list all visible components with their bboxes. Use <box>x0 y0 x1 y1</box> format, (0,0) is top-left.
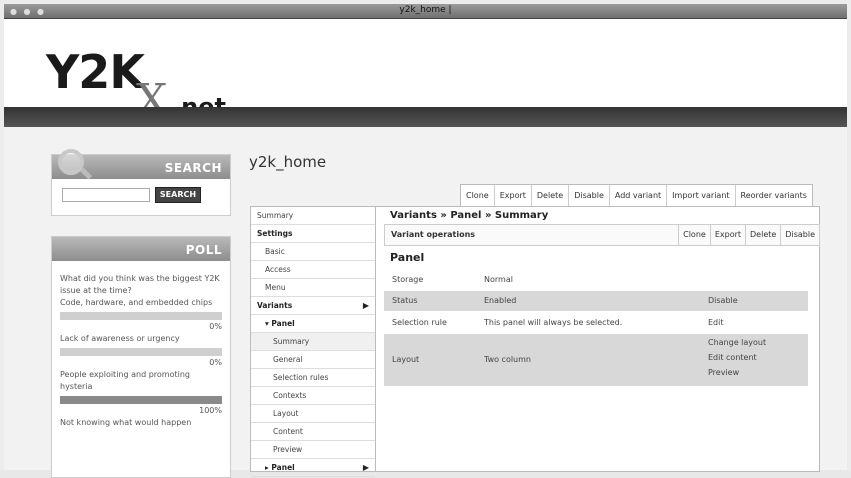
variant-operations-bar: Variant operations Clone Export Delete Disa… <box>384 224 820 246</box>
tab-import-variant[interactable]: Import variant <box>667 185 736 207</box>
nav-item[interactable]: Contexts <box>251 387 375 405</box>
poll-option-label: Code, hardware, and embedded chips <box>60 298 213 307</box>
nav-item[interactable]: Selection rules <box>251 369 375 387</box>
row-action-link[interactable]: Preview <box>708 368 739 377</box>
tab-export[interactable]: Export <box>495 185 532 207</box>
variant-operations-label: Variant operations <box>391 230 476 239</box>
row-value: Enabled <box>484 296 517 305</box>
nav-item-label: Basic <box>265 247 285 256</box>
panel-nav: Summary Settings Basic Access Menu Variants ▶ ▾… <box>251 207 376 477</box>
nav-item-label: General <box>273 355 303 364</box>
row-value: This panel will always be selected. <box>484 318 623 327</box>
page-content: SEARCH SEARCH POLL What did you think wa… <box>4 127 847 478</box>
summary-row: Storage Normal <box>384 270 808 290</box>
nav-item-label: Summary <box>273 337 310 346</box>
row-key: Layout <box>392 355 420 364</box>
search-title: SEARCH <box>164 161 222 175</box>
header-bar <box>4 107 847 127</box>
row-key: Selection rule <box>392 318 447 327</box>
row-action-link[interactable]: Edit <box>708 318 724 327</box>
panel-editor: Summary Settings Basic Access Menu Variants ▶ ▾… <box>250 206 820 477</box>
nav-item[interactable]: Layout <box>251 405 375 423</box>
magnifier-icon <box>58 149 84 175</box>
nav-item[interactable]: Variants ▶ <box>251 297 375 315</box>
poll-question: What did you think was the biggest Y2K i… <box>60 274 220 295</box>
nav-item-label: Contexts <box>273 391 307 400</box>
row-action-link[interactable]: Edit content <box>708 353 757 362</box>
nav-item[interactable]: Access <box>251 261 375 279</box>
nav-item-label: ▸ Panel <box>265 463 295 472</box>
logo-y2k-text: Y2K <box>46 45 145 99</box>
poll-result-percent: 0% <box>209 322 222 331</box>
nav-item-label: Menu <box>265 283 286 292</box>
summary-row: Selection rule This panel will always be … <box>384 313 808 333</box>
window-titlebar: ● ● ● y2k_home | <box>4 4 847 19</box>
expand-arrow-icon: ▶ <box>362 301 369 310</box>
op-clone-button[interactable]: Clone <box>678 225 710 245</box>
poll-result-fill <box>60 396 222 404</box>
variant-operations-buttons: Clone Export Delete Disable <box>678 225 819 245</box>
panel-main: Variants » Panel » Summary Variant opera… <box>376 207 820 471</box>
tab-delete[interactable]: Delete <box>532 185 570 207</box>
nav-item[interactable]: Basic <box>251 243 375 261</box>
poll-option-label: People exploiting and promoting hysteria <box>60 370 190 391</box>
poll-header: POLL <box>52 237 230 261</box>
poll-option-label: Not knowing what would happen <box>60 418 192 427</box>
tab-add-variant[interactable]: Add variant <box>610 185 668 207</box>
poll-result-bar <box>60 348 222 356</box>
poll-result-percent: 100% <box>199 406 222 415</box>
nav-item-label: Selection rules <box>273 373 329 382</box>
expand-arrow-icon: ▶ <box>362 463 369 472</box>
nav-item-label: Access <box>265 265 291 274</box>
row-action-link[interactable]: Disable <box>708 296 738 305</box>
nav-item[interactable]: Settings <box>251 225 375 243</box>
poll-block: POLL What did you think was the biggest … <box>51 236 231 478</box>
poll-result-bar <box>60 396 222 404</box>
poll-title: POLL <box>185 243 222 257</box>
search-input[interactable] <box>62 188 150 202</box>
nav-item-label: Settings <box>257 229 293 238</box>
nav-item[interactable]: General <box>251 351 375 369</box>
nav-item[interactable]: Summary <box>251 333 375 351</box>
nav-item[interactable]: ▸ Panel ▶ <box>251 459 375 477</box>
nav-item[interactable]: Content <box>251 423 375 441</box>
nav-item[interactable]: Summary <box>251 207 375 225</box>
nav-item-label: Summary <box>257 211 294 220</box>
nav-item-label: ▾ Panel <box>265 319 295 328</box>
row-key: Status <box>392 296 418 305</box>
row-value: Two column <box>484 355 531 364</box>
summary-row: Status Enabled Disable <box>384 291 808 311</box>
breadcrumb: Variants » Panel » Summary <box>390 210 549 221</box>
poll-result-percent: 0% <box>209 358 222 367</box>
tab-reorder-variants[interactable]: Reorder variants <box>736 185 812 207</box>
nav-item[interactable]: Menu <box>251 279 375 297</box>
op-export-button[interactable]: Export <box>709 225 745 245</box>
nav-item-label: Content <box>273 427 303 436</box>
search-header: SEARCH <box>52 149 230 179</box>
poll-result-bar <box>60 312 222 320</box>
nav-item-label: Layout <box>273 409 299 418</box>
search-block: SEARCH SEARCH <box>51 149 231 216</box>
page-title: y2k_home <box>249 153 327 171</box>
op-delete-button[interactable]: Delete <box>745 225 780 245</box>
nav-item-label: Preview <box>273 445 303 454</box>
section-title: Panel <box>390 251 425 264</box>
poll-option-label: Lack of awareness or urgency <box>60 334 180 343</box>
window-title: y2k_home | <box>399 5 452 15</box>
nav-item[interactable]: Preview <box>251 441 375 459</box>
row-action-link[interactable]: Change layout <box>708 338 766 347</box>
row-key: Storage <box>392 275 424 284</box>
browser-window: ● ● ● y2k_home | Y2K X .net SEARCH SEARC… <box>0 0 851 478</box>
tab-disable[interactable]: Disable <box>569 185 610 207</box>
site-header: Y2K X .net <box>4 19 847 123</box>
search-button[interactable]: SEARCH <box>155 187 201 203</box>
variant-tabs: Clone Export Delete Disable Add variant Impor… <box>460 184 813 208</box>
nav-item-label: Variants <box>257 301 293 310</box>
op-disable-button[interactable]: Disable <box>780 225 819 245</box>
poll-options: Code, hardware, and embedded chips 0% Lack… <box>52 297 230 429</box>
summary-row: Layout Two column Change layout Edit conten… <box>384 334 808 386</box>
tab-clone[interactable]: Clone <box>461 185 495 207</box>
row-value: Normal <box>484 275 513 284</box>
nav-item[interactable]: ▾ Panel <box>251 315 375 333</box>
